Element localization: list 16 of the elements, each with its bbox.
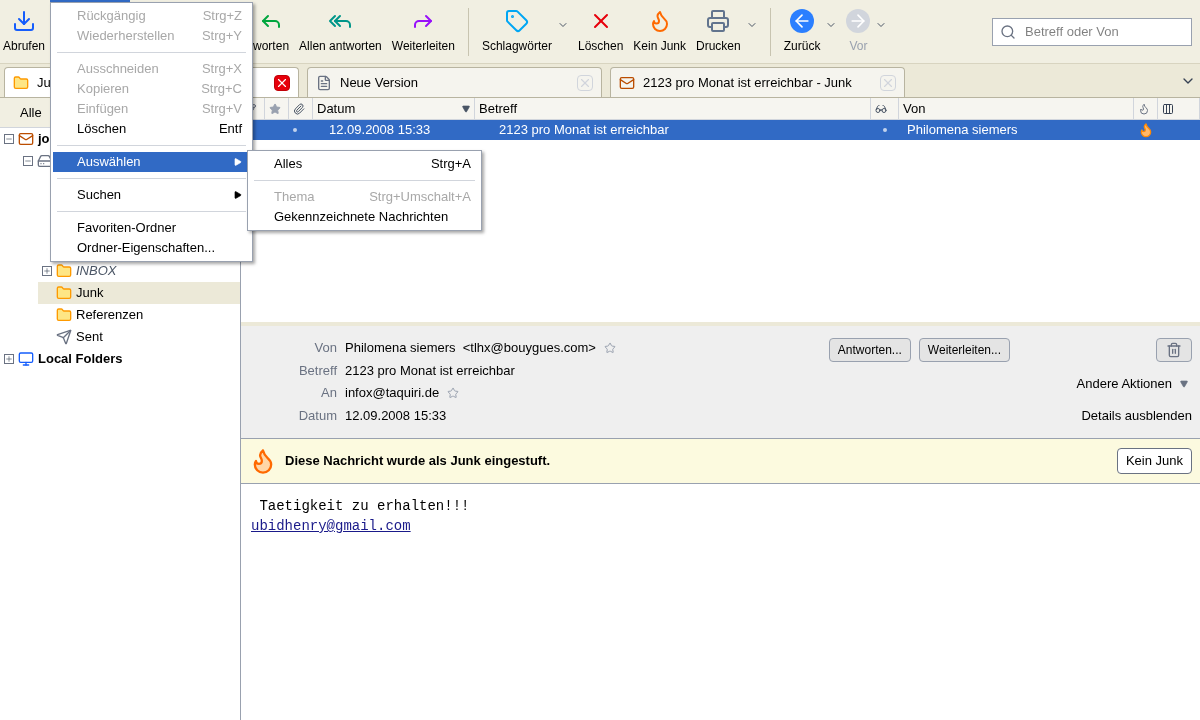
folder-label: jo: [38, 130, 50, 149]
junk-notice: Diese Nachricht wurde als Junk eingestuft.: [285, 452, 552, 471]
field-value: Philomena siemers <tlhx@bouygues.com>: [345, 339, 596, 357]
folder-label: Referenzen: [76, 306, 144, 325]
field-value: infox@taquiri.de: [345, 384, 440, 402]
field-label: Betreff: [297, 361, 337, 380]
folder-label: INBOX: [76, 262, 117, 281]
field-value: 2123 pro Monat ist erreichbar: [345, 361, 515, 380]
field-value: 12.09.2008 15:33: [345, 406, 447, 425]
folder-label: Junk: [76, 284, 104, 303]
body-text: Taetigkeit zu erhalten!!!: [258, 497, 471, 516]
field-label: An: [320, 384, 337, 402]
folder-label: Local Folders: [38, 350, 123, 369]
folder-label: Sent: [76, 328, 103, 347]
field-label: Von: [313, 339, 337, 357]
field-label: Datum: [297, 406, 337, 425]
